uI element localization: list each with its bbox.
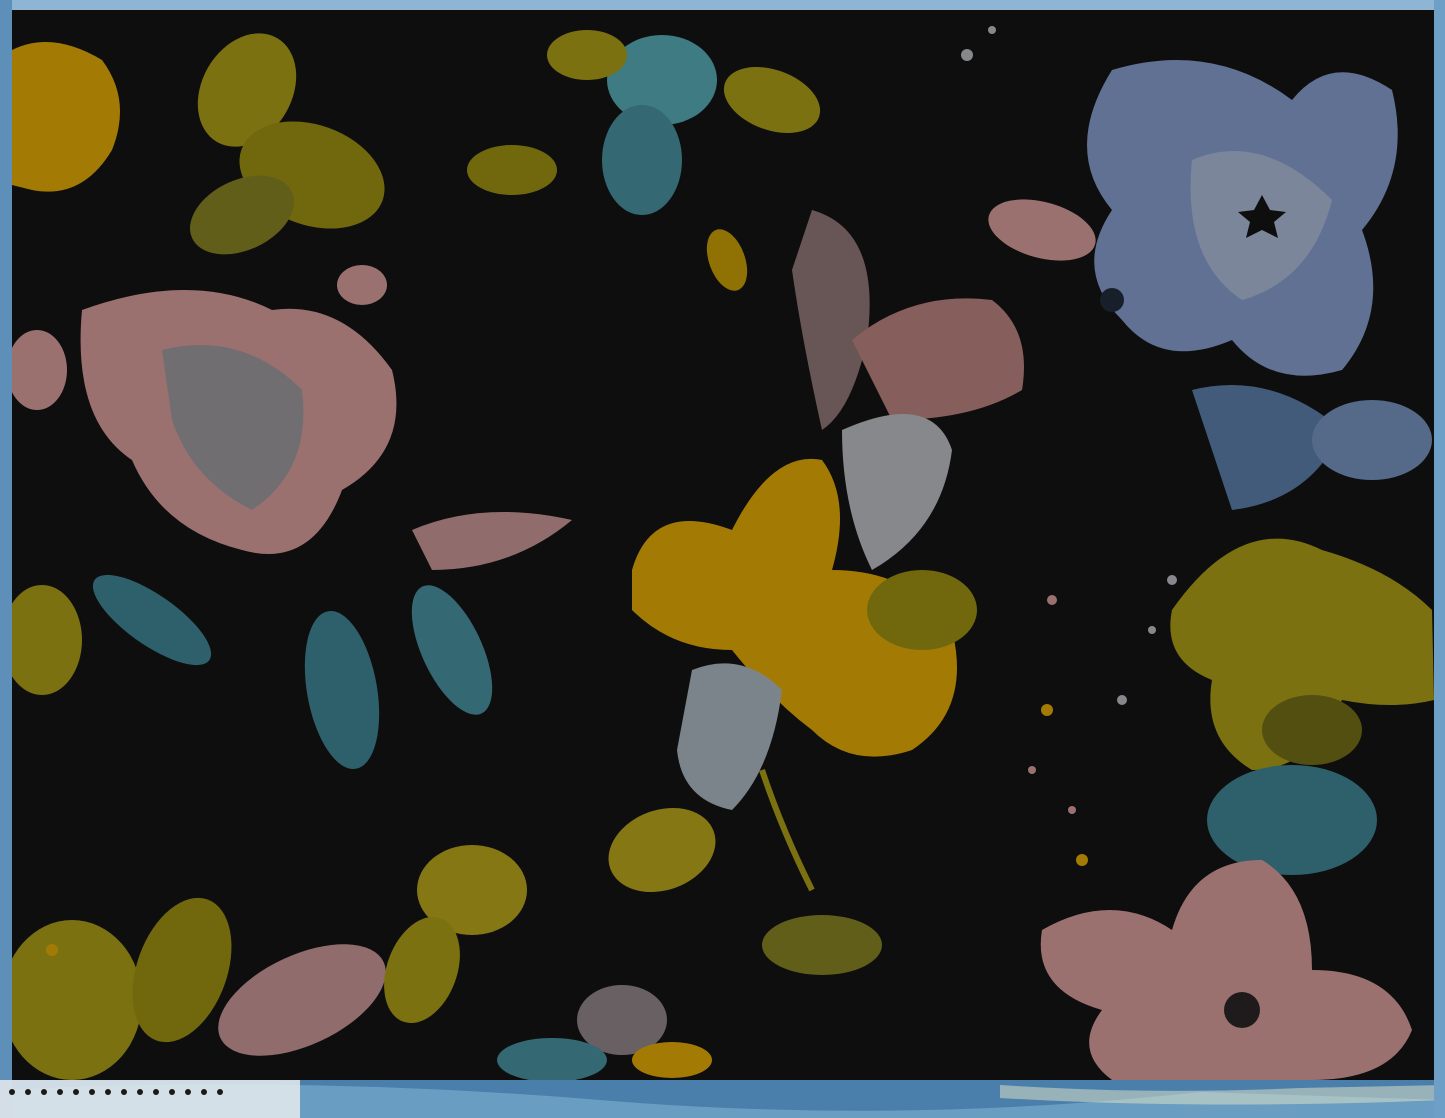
floral-pattern (12, 10, 1434, 1080)
dotted-strip (0, 1080, 300, 1118)
dark-panel (12, 10, 1434, 1080)
floral-artwork (0, 0, 1445, 1118)
